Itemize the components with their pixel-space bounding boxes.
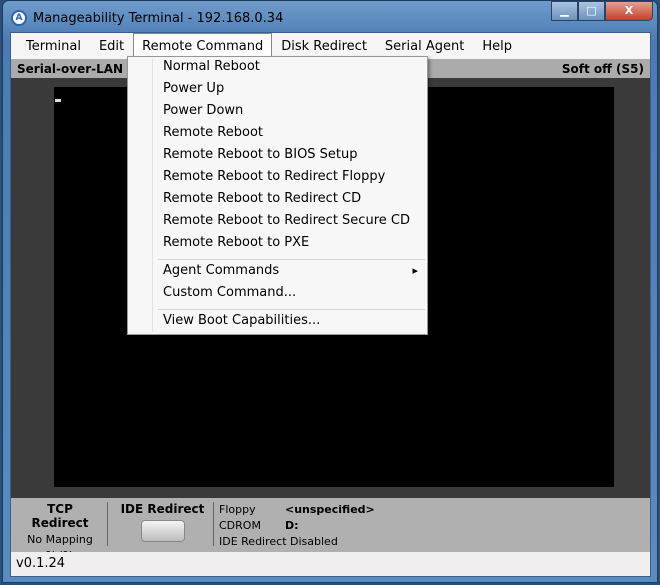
remote-command-dropdown: Normal Reboot Power Up Power Down Remote… [127, 56, 428, 335]
close-button[interactable]: X [605, 1, 653, 21]
menu-item-power-up[interactable]: Power Up [163, 79, 418, 101]
app-logo-icon: A [11, 10, 27, 26]
menu-item-reboot-floppy[interactable]: Remote Reboot to Redirect Floppy [163, 167, 418, 189]
menu-item-remote-reboot[interactable]: Remote Reboot [163, 123, 418, 145]
menu-item-reboot-cd[interactable]: Remote Reboot to Redirect CD [163, 189, 418, 211]
ide-state: IDE Redirect Disabled [219, 535, 338, 548]
menu-item-reboot-bios[interactable]: Remote Reboot to BIOS Setup [163, 145, 418, 167]
menu-item-view-boot-capabilities[interactable]: View Boot Capabilities... [163, 311, 418, 333]
menu-item-reboot-pxe[interactable]: Remote Reboot to PXE [163, 233, 418, 255]
menu-item-normal-reboot[interactable]: Normal Reboot [163, 57, 418, 79]
cdrom-label: CDROM [219, 519, 261, 532]
redirect-status-panel: TCP Redirect No Mapping 0k/0k IDE Redire… [11, 498, 650, 562]
text-cursor [55, 99, 61, 102]
ide-redirect-title: IDE Redirect [120, 502, 205, 516]
divider [107, 502, 108, 546]
maximize-button[interactable]: □ [578, 1, 605, 21]
menu-disk-redirect[interactable]: Disk Redirect [272, 34, 376, 59]
version-label: v0.1.24 [11, 552, 650, 576]
tcp-redirect-title: TCP Redirect [31, 502, 89, 530]
title-bar: A Manageability Terminal - 192.168.0.34 [11, 7, 283, 29]
window-title: Manageability Terminal - 192.168.0.34 [33, 10, 284, 26]
minimize-button[interactable]: ▁ [551, 1, 578, 21]
power-state: Soft off (S5) [561, 62, 644, 76]
menu-serial-agent[interactable]: Serial Agent [376, 34, 473, 59]
menu-help[interactable]: Help [473, 34, 521, 59]
menu-terminal[interactable]: Terminal [17, 34, 90, 59]
menu-item-agent-commands[interactable]: Agent Commands [163, 261, 418, 283]
drive-icon[interactable] [140, 520, 185, 542]
floppy-value: <unspecified> [285, 503, 375, 516]
floppy-label: Floppy [219, 503, 256, 516]
menu-separator [158, 309, 425, 310]
cdrom-value: D: [285, 519, 299, 532]
menu-separator [158, 259, 425, 260]
divider [213, 502, 214, 546]
menu-edit[interactable]: Edit [90, 34, 133, 59]
tcp-mapping: No Mapping [27, 533, 93, 546]
menu-item-reboot-secure-cd[interactable]: Remote Reboot to Redirect Secure CD [163, 211, 418, 233]
menu-item-power-down[interactable]: Power Down [163, 101, 418, 123]
menu-item-custom-command[interactable]: Custom Command... [163, 283, 418, 305]
